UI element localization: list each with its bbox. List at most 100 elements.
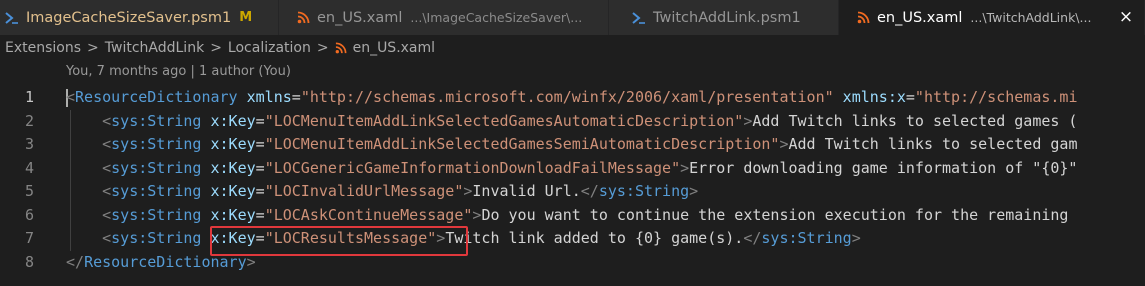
line-number: 3 (24, 135, 34, 153)
chevron-right-icon: > (210, 40, 222, 56)
token-txt: = (255, 205, 265, 224)
token-tag: ResourceDictionary (75, 88, 238, 106)
token-tag: sys:String (111, 111, 202, 130)
breadcrumb: Extensions > TwitchAddLink > Localizatio… (0, 36, 435, 60)
token-tag: sys:String (111, 205, 202, 224)
tab-description: ...\TwitchAddLink\... (970, 10, 1092, 25)
code-line[interactable]: 1 <ResourceDictionary xmlns="http://schem… (0, 86, 1145, 110)
tab-imagecachesizesaver-psm1[interactable]: ImageCacheSizeSaver.psm1 M (0, 0, 279, 35)
token-tag: sys:String (111, 158, 202, 177)
breadcrumb-item-extensions[interactable]: Extensions (5, 40, 81, 56)
line-number: 4 (24, 158, 34, 177)
token-attr: x:Key (210, 205, 256, 224)
token-attr: xmlns:x (842, 88, 906, 106)
code-line[interactable]: 6 <sys:String x:Key="LOCAskContinueMessa… (0, 204, 1145, 228)
token-punc: < (102, 135, 112, 153)
token-txt: = (255, 135, 265, 153)
tab-label: en_US.xaml (877, 9, 963, 26)
code-text: <sys:String x:Key="LOCGenericGameInforma… (66, 157, 1077, 181)
tab-en-us-xaml-twitchaddlink[interactable]: en_US.xaml ...\TwitchAddLink\... × (839, 0, 1145, 35)
token-punc: < (102, 111, 112, 130)
code-text: <sys:String x:Key="LOCAskContinueMessage… (66, 204, 1068, 228)
line-number: 1 (24, 88, 34, 106)
token-punc: </ (743, 229, 762, 247)
tab-bar: ImageCacheSizeSaver.psm1 M en_US.xaml ..… (0, 0, 1145, 35)
modified-badge: M (239, 10, 253, 25)
code-line[interactable]: 7 <sys:String x:Key="LOCResultsMessage">… (0, 227, 1145, 251)
breadcrumb-item-file[interactable]: en_US.xaml (353, 40, 435, 56)
tab-twitchaddlink-psm1[interactable]: TwitchAddLink.psm1 (609, 0, 839, 35)
token-punc: < (102, 182, 112, 200)
token-punc: > (851, 229, 861, 247)
token-tag: sys:String (761, 229, 852, 247)
chevron-right-icon: > (87, 40, 99, 56)
token-tag: sys:String (111, 182, 202, 200)
breadcrumb-item-twitchaddlink[interactable]: TwitchAddLink (105, 40, 204, 56)
token-str: "http://schemas.microsoft.com/winfx/2006… (300, 88, 834, 106)
token-punc: < (66, 88, 76, 106)
token-punc: < (102, 205, 112, 224)
token-str: "LOCInvalidUrlMessage" (264, 182, 464, 200)
token-str: "LOCGenericGameInformationDownloadFailMe… (264, 158, 681, 177)
vertical-scrollbar[interactable] (1132, 86, 1145, 286)
line-number: 6 (24, 205, 34, 224)
powershell-icon (4, 10, 20, 26)
rss-icon (855, 10, 871, 26)
token-attr: x:Key (210, 182, 256, 200)
token-txt: = (255, 111, 265, 130)
token-punc: < (102, 158, 112, 177)
token-punc: > (689, 182, 699, 200)
codelens-blame[interactable]: You, 7 months ago | 1 author (You) (66, 64, 291, 79)
code-text: <ResourceDictionary xmlns="http://schema… (66, 86, 1077, 110)
code-line[interactable]: 2 <sys:String x:Key="LOCMenuItemAddLinkS… (0, 110, 1145, 134)
token-attr: xmlns (246, 88, 292, 106)
token-tag: sys:String (111, 135, 202, 153)
chevron-right-icon: > (316, 40, 329, 56)
line-number: 8 (24, 252, 34, 271)
tab-en-us-xaml-imagecachesizesaver[interactable]: en_US.xaml ...\ImageCacheSizeSaver\... (279, 0, 609, 35)
token-str: "LOCMenuItemAddLinkSelectedGamesSemiAuto… (264, 135, 780, 153)
powershell-icon (631, 10, 647, 26)
tab-description: ...\ImageCacheSizeSaver\... (410, 10, 583, 25)
token-txt: = (905, 88, 915, 106)
code-line[interactable]: 8 </ResourceDictionary> (0, 251, 1145, 275)
code-editor[interactable]: 1 <ResourceDictionary xmlns="http://schem… (0, 86, 1145, 274)
code-text: <sys:String x:Key="LOCMenuItemAddLinkSel… (66, 133, 1077, 157)
token-txt: = (291, 88, 301, 106)
tab-label: ImageCacheSizeSaver.psm1 (26, 9, 232, 26)
token-txt: Add Twitch links to selected games ( (752, 111, 1078, 130)
token-tag: sys:String (111, 229, 202, 247)
token-punc: </ (66, 252, 85, 271)
token-txt: Error downloading game information of "{… (689, 158, 1078, 177)
line-number: 5 (24, 182, 34, 200)
tab-label: en_US.xaml (317, 9, 403, 26)
highlight-box (210, 226, 468, 256)
breadcrumb-item-localization[interactable]: Localization (228, 40, 311, 56)
token-txt: = (255, 182, 265, 200)
close-icon[interactable]: × (1118, 9, 1134, 26)
token-punc: < (102, 229, 112, 247)
code-text: <sys:String x:Key="LOCInvalidUrlMessage"… (66, 180, 698, 204)
line-number: 7 (24, 229, 34, 247)
token-txt: Invalid Url. (472, 182, 581, 200)
code-line[interactable]: 5 <sys:String x:Key="LOCInvalidUrlMessag… (0, 180, 1145, 204)
token-tag: sys:String (598, 182, 690, 200)
rss-icon (295, 10, 311, 26)
token-txt: Add Twitch links to selected gam (788, 135, 1078, 153)
code-line[interactable]: 4 <sys:String x:Key="LOCGenericGameInfor… (0, 157, 1145, 181)
token-str: "LOCMenuItemAddLinkSelectedGamesAutomati… (264, 111, 744, 130)
token-punc: > (680, 158, 690, 177)
token-attr: x:Key (210, 158, 256, 177)
token-txt: = (255, 158, 265, 177)
token-attr: x:Key (210, 135, 256, 153)
code-line[interactable]: 3 <sys:String x:Key="LOCMenuItemAddLinkS… (0, 133, 1145, 157)
tab-label: TwitchAddLink.psm1 (653, 9, 801, 26)
token-str: "LOCAskContinueMessage" (264, 205, 473, 224)
token-punc: > (743, 111, 753, 130)
